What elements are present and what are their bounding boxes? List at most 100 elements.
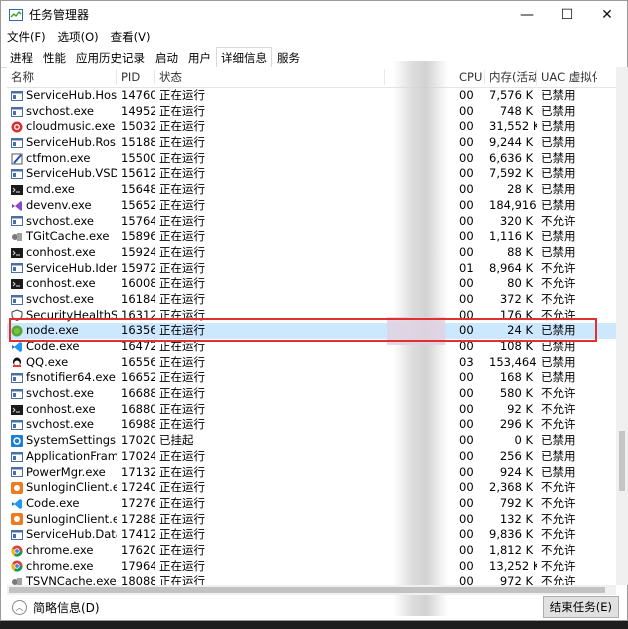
cell-pid: 15612 xyxy=(121,166,155,181)
cell-memory: 0 K xyxy=(514,433,533,448)
table-row[interactable]: chrome.exe 17964 正在运行 00 13,252 K 不允许 xyxy=(7,559,617,575)
table-row[interactable]: conhost.exe 16008 正在运行 00 80 K 不允许 xyxy=(7,276,617,292)
table-row[interactable]: Code.exe 17276 正在运行 00 792 K 不允许 xyxy=(7,496,617,512)
app-window-icon xyxy=(11,216,23,227)
app-window-icon xyxy=(11,263,23,274)
cell-status: 正在运行 xyxy=(159,244,205,259)
table-row[interactable]: svchost.exe 16688 正在运行 00 580 K 不允许 xyxy=(7,386,617,402)
table-row[interactable]: svchost.exe 16184 正在运行 00 372 K 不允许 xyxy=(7,292,617,308)
cell-name: svchost.exe xyxy=(7,104,117,120)
minimize-button[interactable]: — xyxy=(507,1,547,28)
cell-uac: 不允许 xyxy=(541,386,576,401)
table-row[interactable]: conhost.exe 16880 正在运行 00 92 K 不允许 xyxy=(7,402,617,418)
process-name: SunloginClient.exe xyxy=(26,480,117,495)
cell-pid: 17240 xyxy=(121,480,155,495)
table-row[interactable]: ServiceHub.Roslyn... 15188 正在运行 00 9,244 K 已禁… xyxy=(7,135,617,151)
cell-cpu: 00 xyxy=(459,182,474,197)
tab-details[interactable]: 详细信息 xyxy=(216,47,272,68)
vertical-scrollbar-thumb[interactable] xyxy=(619,431,625,491)
table-row[interactable]: ServiceHub.VSDet... 15612 正在运行 00 7,592 K 已禁用 xyxy=(7,166,617,182)
tab-app-history[interactable]: 应用历史记录 xyxy=(71,48,150,67)
cell-memory: 256 K xyxy=(499,448,533,463)
process-name: cmd.exe xyxy=(26,182,75,197)
app-window-icon xyxy=(11,420,23,431)
cell-pid: 15648 xyxy=(121,182,155,197)
process-name: TGitCache.exe xyxy=(26,229,110,244)
table-row[interactable]: QQ.exe 16556 正在运行 03 153,464 K 已禁用 xyxy=(7,355,617,371)
table-row[interactable]: TSVNCache.exe 18088 正在运行 00 972 K 不允许 xyxy=(7,574,617,585)
table-row[interactable]: fsnotifier64.exe 16652 正在运行 00 168 K 已禁用 xyxy=(7,370,617,386)
table-row[interactable]: svchost.exe 16988 正在运行 00 296 K 不允许 xyxy=(7,417,617,433)
maximize-button[interactable]: ☐ xyxy=(547,1,587,28)
close-button[interactable]: ✕ xyxy=(587,1,627,28)
table-row[interactable]: SunloginClient.exe 17240 正在运行 00 2,368 K 不允许 xyxy=(7,480,617,496)
table-row[interactable]: TGitCache.exe 15896 正在运行 00 1,116 K 已禁用 xyxy=(7,229,617,245)
cell-status: 正在运行 xyxy=(159,495,205,510)
console-icon xyxy=(11,279,23,290)
cell-memory: 748 K xyxy=(499,103,533,118)
column-header-pid[interactable]: PID xyxy=(117,70,155,84)
table-row[interactable]: svchost.exe 14952 正在运行 00 748 K 已禁用 xyxy=(7,104,617,120)
menu-view[interactable]: 查看(V) xyxy=(111,29,151,45)
cell-cpu: 00 xyxy=(459,542,474,557)
table-row[interactable]: svchost.exe 15764 正在运行 00 320 K 不允许 xyxy=(7,214,617,230)
table-row[interactable]: conhost.exe 15924 正在运行 00 88 K 已禁用 xyxy=(7,245,617,261)
column-header-memory[interactable]: 内存(活动... xyxy=(485,69,537,85)
process-name: svchost.exe xyxy=(26,291,95,306)
table-row[interactable]: ServiceHub.Identit... 15972 正在运行 01 8,964 K 不… xyxy=(7,261,617,277)
horizontal-scrollbar-thumb[interactable] xyxy=(9,587,605,593)
column-header-status[interactable]: 状态 xyxy=(155,69,385,85)
table-row[interactable]: ApplicationFrameH... 17024 正在运行 00 256 K 已禁用 xyxy=(7,449,617,465)
table-row[interactable]: ServiceHub.Host.C... 14760 正在运行 00 7,576 K 已禁… xyxy=(7,88,617,104)
cell-status: 正在运行 xyxy=(159,354,205,369)
menu-file[interactable]: 文件(F) xyxy=(7,29,46,45)
column-header-name[interactable]: 名称 xyxy=(7,69,117,85)
cell-name: cloudmusic.exe xyxy=(7,119,117,135)
cell-uac: 已禁用 xyxy=(541,119,576,134)
cell-pid: 16184 xyxy=(121,291,155,306)
cell-status: 正在运行 xyxy=(159,213,205,228)
process-name: conhost.exe xyxy=(26,244,96,259)
app-window-icon xyxy=(11,294,23,305)
sunlogin-icon xyxy=(11,482,23,495)
table-row[interactable]: ServiceHub.DataW... 17412 正在运行 00 9,836 K 不允许 xyxy=(7,527,617,543)
tab-services[interactable]: 服务 xyxy=(272,48,305,67)
cell-uac: 不允许 xyxy=(541,574,576,585)
cell-memory: 1,812 K xyxy=(489,542,534,557)
chevron-up-icon[interactable]: ︿ xyxy=(12,599,27,615)
cell-name: SunloginClient.exe xyxy=(7,512,117,528)
cell-memory: 184,916 K xyxy=(489,197,537,212)
table-row[interactable]: ctfmon.exe 15500 正在运行 00 6,636 K 已禁用 xyxy=(7,151,617,167)
table-row[interactable]: chrome.exe 17620 正在运行 00 1,812 K 不允许 xyxy=(7,543,617,559)
end-task-button[interactable]: 结束任务(E) xyxy=(542,596,619,618)
cell-name: ApplicationFrameH... xyxy=(7,449,117,465)
table-row[interactable]: cloudmusic.exe 15032 正在运行 00 31,552 K 已禁用 xyxy=(7,119,617,135)
cell-cpu: 00 xyxy=(459,229,474,244)
table-row[interactable]: SunloginClient.exe 17288 正在运行 00 132 K 不允许 xyxy=(7,512,617,528)
tab-users[interactable]: 用户 xyxy=(183,48,216,67)
table-row[interactable]: cmd.exe 15648 正在运行 00 28 K 已禁用 xyxy=(7,182,617,198)
tab-startup[interactable]: 启动 xyxy=(150,48,183,67)
cell-cpu: 00 xyxy=(459,527,474,542)
tab-performance[interactable]: 性能 xyxy=(38,48,71,67)
table-row[interactable]: SystemSettings.exe 17020 已挂起 00 0 K 已禁用 xyxy=(7,433,617,449)
cell-memory: 792 K xyxy=(499,495,533,510)
cell-memory: 372 K xyxy=(499,291,533,306)
cell-uac: 不允许 xyxy=(541,213,576,228)
cell-name: chrome.exe xyxy=(7,559,117,575)
vertical-scrollbar[interactable] xyxy=(616,67,628,585)
table-row[interactable]: PowerMgr.exe 17132 正在运行 00 924 K 已禁用 xyxy=(7,465,617,481)
cell-name: SystemSettings.exe xyxy=(7,433,117,449)
menu-options[interactable]: 选项(O) xyxy=(58,29,99,45)
cell-memory: 320 K xyxy=(499,213,533,228)
table-row[interactable]: devenv.exe 15652 正在运行 00 184,916 K 已禁用 xyxy=(7,198,617,214)
fewer-details-link[interactable]: 简略信息(D) xyxy=(33,599,100,616)
cell-cpu: 00 xyxy=(459,433,474,448)
cell-status: 正在运行 xyxy=(159,135,205,150)
cell-name: conhost.exe xyxy=(7,276,117,292)
column-header-cpu[interactable]: CPU xyxy=(455,70,485,84)
cell-memory: 9,836 K xyxy=(489,527,534,542)
column-header-uac[interactable]: UAC 虚拟化 xyxy=(537,69,597,85)
cell-uac: 不允许 xyxy=(541,495,576,510)
tab-processes[interactable]: 进程 xyxy=(5,48,38,67)
